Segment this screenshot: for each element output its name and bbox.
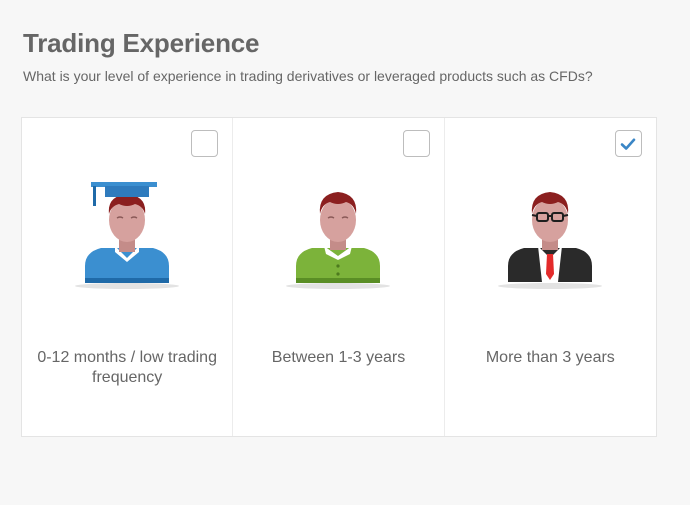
page-subtitle: What is your level of experience in trad… (23, 68, 593, 84)
graduate-avatar-icon (75, 182, 180, 289)
checkbox[interactable] (402, 130, 430, 157)
businessman-avatar-icon (498, 192, 603, 289)
option-0-12-months[interactable]: 0-12 months / low trading frequency (22, 118, 234, 436)
trading-experience-page: Trading Experience What is your level of… (0, 0, 690, 505)
option-label: More than 3 years (485, 349, 615, 366)
checkbox[interactable] (191, 130, 219, 157)
option-label: 0-12 months / low trading frequency (37, 349, 217, 386)
option-more-than-3-years[interactable]: More than 3 years (445, 118, 656, 436)
experience-options: 0-12 months / low trading frequency Betw… (21, 117, 657, 437)
option-label: Between 1-3 years (271, 349, 406, 366)
checkbox[interactable] (614, 130, 642, 157)
page-title: Trading Experience (23, 28, 260, 58)
checkmark-icon (621, 138, 636, 150)
option-1-3-years[interactable]: Between 1-3 years (233, 118, 445, 436)
casual-avatar-icon (286, 192, 391, 289)
